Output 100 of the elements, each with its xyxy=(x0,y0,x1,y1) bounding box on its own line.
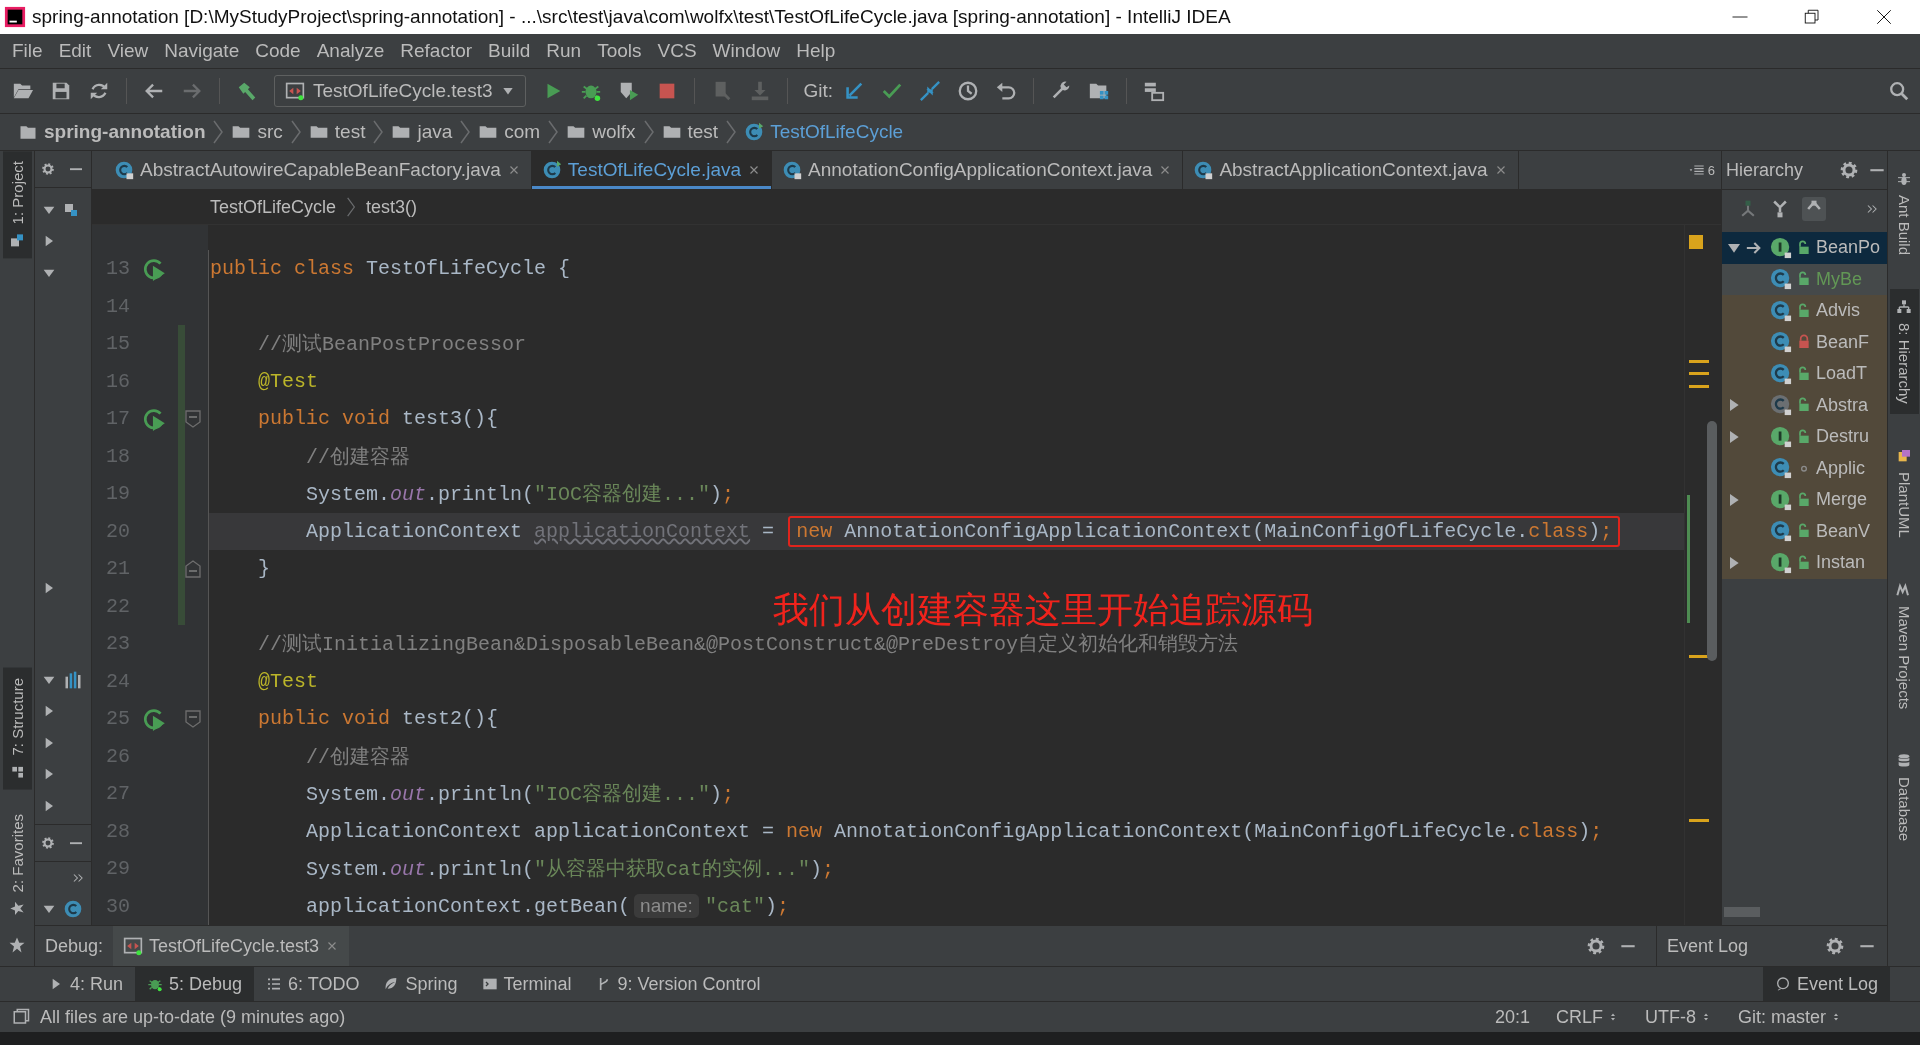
run-config-dropdown[interactable]: TestOfLifeCycle.test3 xyxy=(274,75,526,107)
tool-window-button[interactable]: PlantUML xyxy=(1889,437,1919,548)
project-icon xyxy=(9,232,25,249)
window-title: spring-annotation [D:\MyStudyProject\spring-annotation] - ...\src\test\java\com\wolfx\test\TestOfLifeCycle.java [spring-annotation] - IntelliJ IDEA xyxy=(32,6,1231,28)
breadcrumb-item[interactable]: test xyxy=(304,121,370,143)
breadcrumb-item[interactable]: wolfx xyxy=(562,121,640,143)
menu-item[interactable]: VCS xyxy=(649,40,705,62)
breadcrumb-item[interactable]: src xyxy=(227,121,287,143)
tool-window-button[interactable]: Maven Projects xyxy=(1889,571,1919,720)
editor-tab[interactable]: TestOfLifeCycle.java xyxy=(531,151,773,189)
menu-item[interactable]: Analyze xyxy=(308,40,393,62)
panel-toggle-icon[interactable] xyxy=(12,1008,30,1026)
menu-item[interactable]: Tools xyxy=(589,40,650,62)
search-icon[interactable] xyxy=(1888,80,1910,102)
gear-icon[interactable] xyxy=(41,836,55,850)
fold-marker-icon[interactable] xyxy=(184,708,202,729)
push-icon[interactable] xyxy=(919,80,942,102)
git-branch-selector[interactable]: Git: master xyxy=(1730,1006,1850,1028)
hierarchy-item[interactable]: Abstra xyxy=(1722,389,1887,421)
save-icon[interactable] xyxy=(50,80,72,102)
class-hierarchy-icon[interactable] xyxy=(1802,197,1826,221)
supertypes-icon[interactable] xyxy=(1770,199,1790,219)
caret-position[interactable]: 20:1 xyxy=(1486,1006,1538,1028)
warning-mark[interactable] xyxy=(1689,655,1709,658)
code-text: ApplicationContext applicationContext = xyxy=(305,519,776,543)
menu-item[interactable]: Build xyxy=(480,40,539,62)
code-text: applicationContext.getBean( xyxy=(305,894,631,918)
breadcrumb-item[interactable]: test3() xyxy=(366,196,418,218)
menu-item[interactable]: Help xyxy=(788,40,844,62)
code-text: System.out.println("从容器中获取cat的实例..."); xyxy=(305,857,835,883)
code-text: //测试InitializingBean&DisposableBean&@PostConstruct&@PreDestroy自定义初始化和销毁方法 xyxy=(257,632,1239,658)
tool-window-tab[interactable]: Spring xyxy=(371,967,470,1001)
hierarchy-item[interactable]: BeanF xyxy=(1722,326,1887,358)
tool-window-button[interactable]: Database xyxy=(1889,743,1919,852)
tool-window-button[interactable]: Ant Build xyxy=(1889,161,1919,266)
tool-window-button[interactable]: 1: Project xyxy=(2,151,32,259)
breadcrumb-item[interactable]: TestOfLifeCycle xyxy=(740,121,908,143)
breadcrumb-item[interactable]: java xyxy=(387,121,457,143)
tab-list-button[interactable]: 6 xyxy=(1688,151,1721,189)
gear-icon[interactable] xyxy=(1586,936,1606,956)
breadcrumb-item[interactable]: TestOfLifeCycle xyxy=(210,196,337,218)
star-icon xyxy=(8,936,26,954)
menu-item[interactable]: Code xyxy=(247,40,309,62)
breadcrumb-item[interactable]: test xyxy=(657,121,723,143)
hierarchy-item[interactable]: BeanV xyxy=(1722,515,1887,547)
hierarchy-item[interactable]: Destru xyxy=(1722,421,1887,453)
menu-item[interactable]: Window xyxy=(704,40,789,62)
todo-icon xyxy=(266,976,283,992)
tool-window-button[interactable]: 2: Favorites xyxy=(2,803,32,926)
breadcrumb-item[interactable]: spring-annotation xyxy=(14,121,210,143)
code-text: System.out.println("IOC容器创建..."); xyxy=(305,782,735,808)
tool-window-tab[interactable]: Terminal xyxy=(469,967,584,1001)
tool-window-tab[interactable]: 6: TODO xyxy=(254,967,372,1001)
code-text: public void test3(){ xyxy=(257,407,499,431)
debug-session-tab[interactable]: TestOfLifeCycle.test3 xyxy=(113,926,350,966)
class-icon xyxy=(63,899,83,920)
hierarchy-item[interactable]: Advis xyxy=(1722,295,1887,327)
tool-window-button[interactable]: 7: Structure xyxy=(2,668,32,790)
hierarchy-item[interactable]: LoadT xyxy=(1722,358,1887,390)
menu-item[interactable]: Refactor xyxy=(392,40,481,62)
menu-item[interactable]: File xyxy=(4,40,51,62)
run-config-icon xyxy=(285,81,305,101)
tool-window-button[interactable]: 8: Hierarchy xyxy=(1889,289,1919,414)
chevron-icon xyxy=(346,197,357,217)
tool-window-tab[interactable]: 9: Version Control xyxy=(583,967,773,1001)
bar-chart-icon xyxy=(63,669,83,690)
fold-marker-icon[interactable] xyxy=(184,558,202,579)
plantuml-icon xyxy=(1896,447,1912,464)
hierarchy-item[interactable]: Instan xyxy=(1722,547,1887,579)
line-separator-selector[interactable]: CRLF xyxy=(1547,1006,1627,1028)
menu-item[interactable]: Navigate xyxy=(156,40,248,62)
gear-icon[interactable] xyxy=(41,162,55,176)
hierarchy-item[interactable]: Applic xyxy=(1722,452,1887,484)
fold-marker-icon[interactable] xyxy=(184,408,202,429)
tasks-icon[interactable] xyxy=(1143,80,1166,102)
module-icon xyxy=(63,201,79,218)
app-logo-icon xyxy=(4,6,26,28)
tool-window-tab[interactable]: 5: Debug xyxy=(135,967,255,1001)
menu-item[interactable]: Run xyxy=(538,40,590,62)
tool-window-tab[interactable]: 4: Run xyxy=(36,967,136,1001)
scrollbar-thumb[interactable] xyxy=(1724,907,1760,917)
breadcrumb-item[interactable]: com xyxy=(474,121,545,143)
list-icon xyxy=(1688,162,1705,178)
code-text: //创建容器 xyxy=(305,744,411,770)
scrollbar-thumb[interactable] xyxy=(1707,421,1717,661)
hierarchy-item[interactable]: BeanPo xyxy=(1722,232,1887,264)
debug-label: Debug: xyxy=(44,935,105,957)
encoding-selector[interactable]: UTF-8 xyxy=(1637,1006,1720,1028)
hammer-icon[interactable] xyxy=(236,80,258,102)
history-icon[interactable] xyxy=(957,80,980,102)
balloon-icon xyxy=(1774,976,1791,992)
more-icon[interactable] xyxy=(1865,202,1879,216)
run-config-icon xyxy=(123,936,144,956)
hierarchy-item[interactable]: Merge xyxy=(1722,484,1887,516)
revert-icon[interactable] xyxy=(995,80,1018,102)
gear-icon[interactable] xyxy=(1825,936,1845,956)
event-log-button[interactable]: Event Log xyxy=(1762,967,1890,1001)
menu-item[interactable]: View xyxy=(99,40,157,62)
menu-item[interactable]: Edit xyxy=(50,40,100,62)
gear-icon[interactable] xyxy=(1839,160,1859,180)
